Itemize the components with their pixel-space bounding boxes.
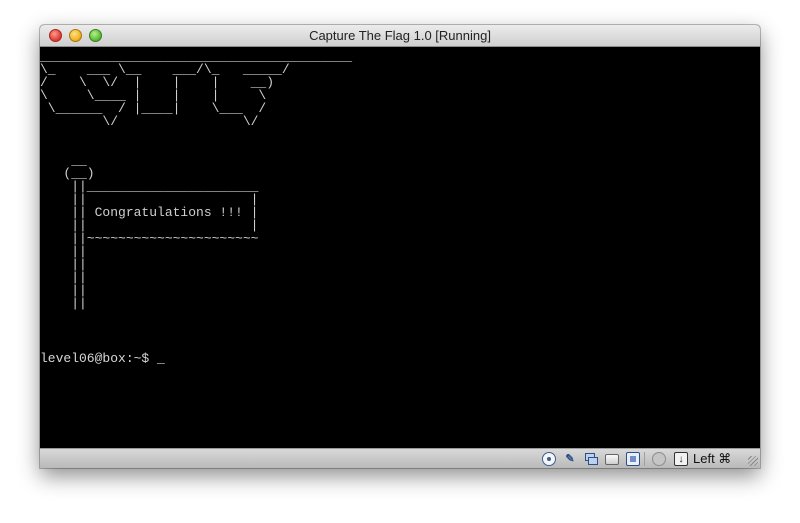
shared-folder-icon[interactable]: [605, 454, 619, 465]
resize-grip-icon[interactable]: [748, 456, 758, 466]
cd-icon[interactable]: [542, 452, 556, 466]
status-separator: [644, 452, 645, 466]
title-bar[interactable]: Capture The Flag 1.0 [Running]: [40, 25, 760, 47]
shell-prompt: level06@box:~$: [40, 351, 158, 366]
status-bar: ✎ ↓ Left ⌘: [40, 448, 760, 468]
virtualization-icon: [652, 452, 666, 466]
host-key-label[interactable]: Left ⌘: [693, 449, 731, 468]
shell-prompt-line[interactable]: level06@box:~$ _: [40, 351, 165, 366]
vm-screen[interactable]: ________________________________________…: [40, 47, 760, 448]
window-title: Capture The Flag 1.0 [Running]: [309, 28, 491, 43]
mouse-integration-icon[interactable]: ↓: [674, 452, 688, 466]
video-memory-icon[interactable]: [626, 452, 640, 466]
text-cursor: _: [157, 351, 165, 366]
usb-icon[interactable]: ✎: [563, 452, 577, 466]
ctf-ascii-art: ________________________________________…: [40, 49, 353, 311]
network-icon[interactable]: [584, 452, 598, 466]
vm-window: Capture The Flag 1.0 [Running] _________…: [40, 25, 760, 468]
